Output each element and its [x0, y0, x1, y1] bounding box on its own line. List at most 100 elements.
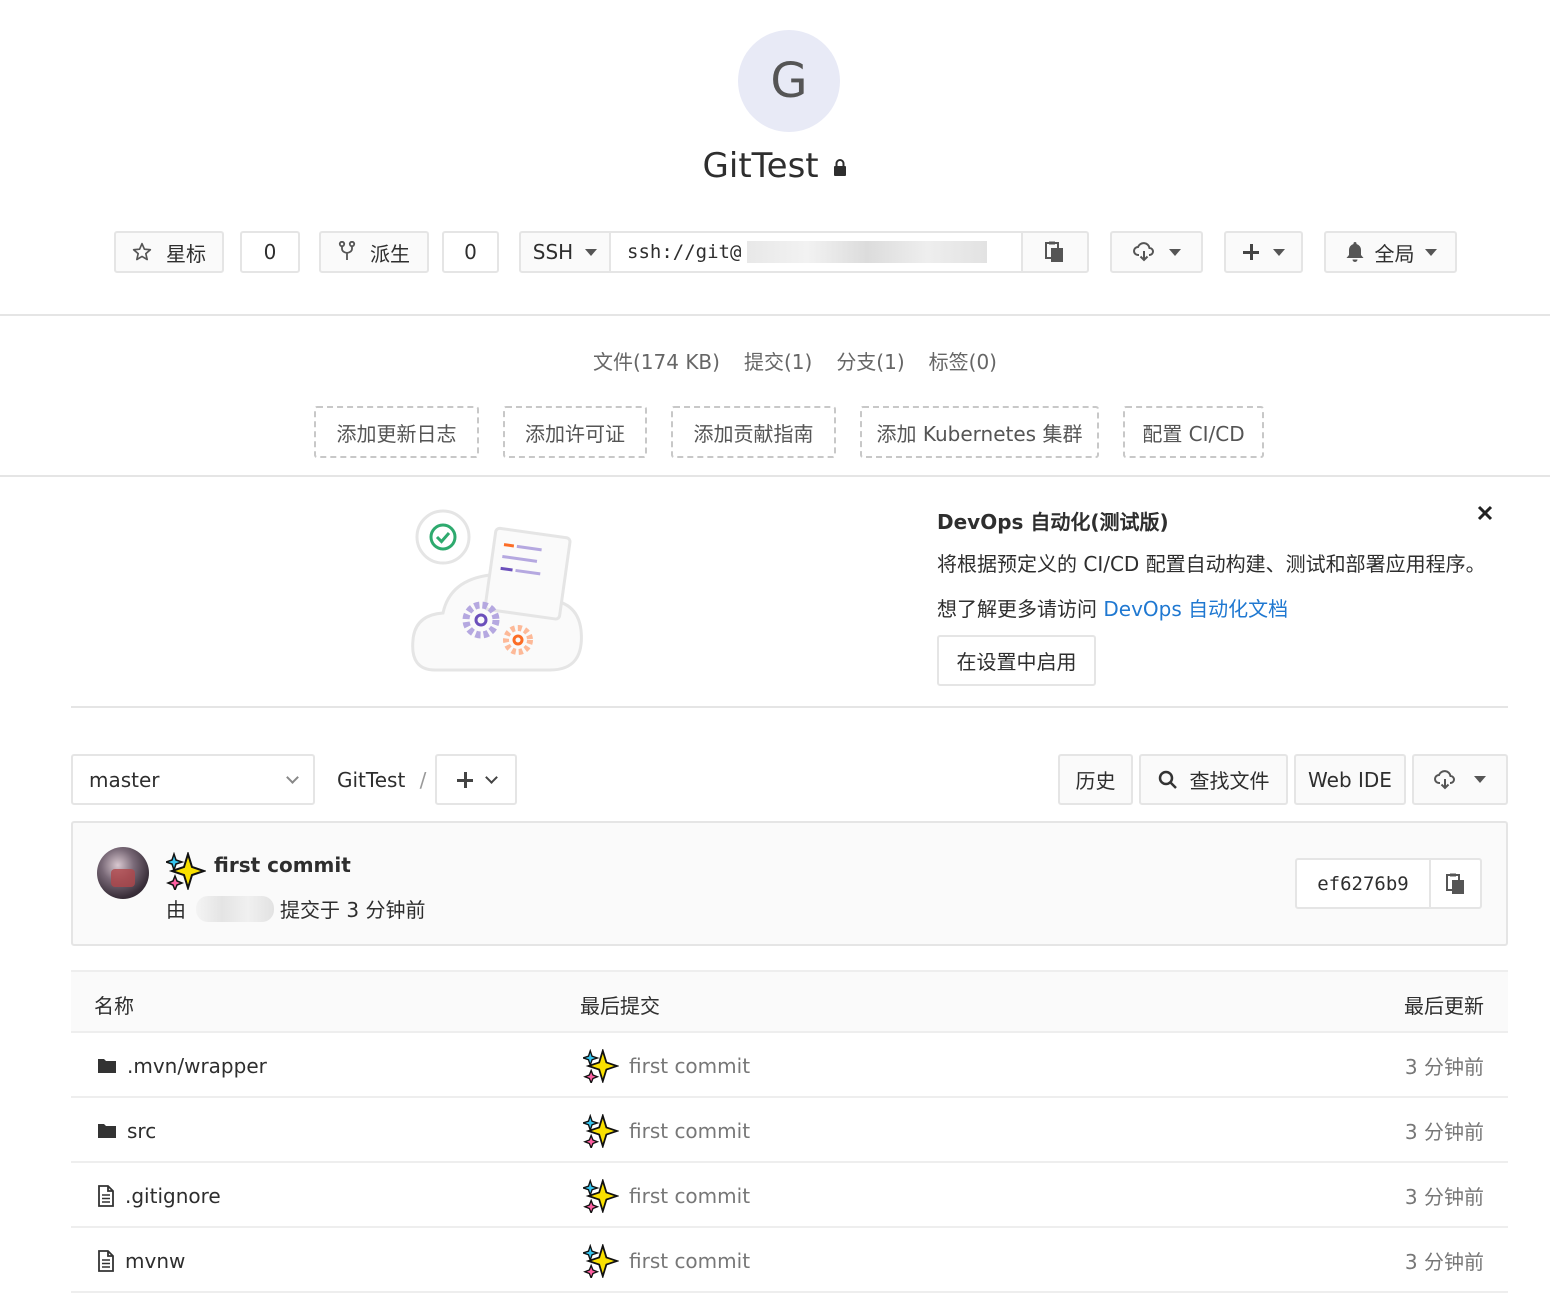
configure-cicd-button[interactable]: 配置 CI/CD — [1123, 406, 1264, 458]
lock-icon — [834, 158, 847, 176]
web-ide-button[interactable]: Web IDE — [1294, 754, 1406, 805]
branch-selector[interactable]: master — [71, 754, 315, 805]
plus-icon — [1242, 244, 1259, 260]
project-name: GitTest — [702, 146, 819, 186]
last-commit-panel — [71, 821, 1508, 946]
divider — [0, 475, 1550, 477]
table-row[interactable]: src first commit 3 分钟前 — [71, 1098, 1508, 1163]
clone-url-redacted — [747, 241, 988, 263]
caret-down-icon — [1424, 248, 1437, 256]
divider — [0, 314, 1550, 316]
project-avatar: G — [738, 30, 840, 132]
last-commit-meta: 由 提交于 3 分钟前 — [166, 894, 425, 923]
download-dropdown[interactable] — [1110, 231, 1203, 273]
find-file-button[interactable]: 查找文件 — [1139, 754, 1288, 805]
clone-url-text: ssh://git@ — [627, 241, 742, 263]
add-contributing-button[interactable]: 添加贡献指南 — [671, 406, 836, 458]
updated-time: 3 分钟前 — [1404, 1185, 1484, 1209]
notification-dropdown[interactable]: 全局 — [1324, 231, 1457, 273]
column-name: 名称 — [94, 994, 134, 1018]
clipboard-icon — [1445, 873, 1464, 894]
committed-time: 提交于 3 分钟前 — [280, 898, 426, 922]
add-kubernetes-button[interactable]: 添加 Kubernetes 集群 — [860, 406, 1099, 458]
star-count[interactable]: 0 — [240, 231, 300, 273]
add-to-tree-dropdown[interactable] — [435, 754, 517, 805]
commit-message[interactable]: first commit — [629, 1119, 750, 1143]
project-avatar-letter: G — [770, 53, 808, 109]
chevron-down-icon — [286, 770, 299, 784]
fork-label: 派生 — [370, 241, 410, 266]
commit-message[interactable]: first commit — [629, 1249, 750, 1273]
devops-more: 想了解更多请访问 DevOps 自动化文档 — [937, 593, 1288, 622]
table-row[interactable]: .mvn/wrapper first commit 3 分钟前 — [71, 1033, 1508, 1098]
sparkles-emoji-icon — [583, 1243, 619, 1278]
file-icon — [98, 1184, 114, 1207]
find-file-label: 查找文件 — [1189, 769, 1270, 793]
copy-sha-button[interactable] — [1429, 858, 1482, 909]
history-button[interactable]: 历史 — [1058, 754, 1133, 805]
updated-time: 3 分钟前 — [1404, 1120, 1484, 1144]
bell-icon — [1346, 242, 1363, 262]
star-count-value: 0 — [263, 240, 277, 264]
sparkles-emoji-icon — [166, 852, 206, 890]
star-icon — [132, 242, 152, 261]
commit-sha-button[interactable]: ef6276b9 — [1295, 858, 1431, 909]
clone-url-input[interactable]: ssh://git@ — [609, 231, 1023, 273]
breadcrumb-project[interactable]: GitTest — [337, 768, 405, 792]
sparkles-emoji-icon — [583, 1048, 619, 1083]
sparkles-emoji-icon — [583, 1178, 619, 1213]
stat-files[interactable]: 文件(174 KB) — [593, 346, 720, 375]
devops-more-prefix: 想了解更多请访问 — [937, 597, 1097, 621]
commit-sha: ef6276b9 — [1317, 872, 1409, 895]
table-row[interactable]: mvnw first commit 3 分钟前 — [71, 1228, 1508, 1293]
author-prefix: 由 — [166, 898, 186, 922]
copy-url-button[interactable] — [1021, 231, 1089, 273]
caret-down-icon — [1272, 248, 1285, 256]
plus-icon — [456, 771, 473, 788]
close-icon[interactable] — [1474, 502, 1496, 524]
breadcrumb-separator: / — [419, 768, 427, 792]
file-name[interactable]: .gitignore — [125, 1184, 221, 1208]
commit-message[interactable]: first commit — [629, 1054, 750, 1078]
caret-down-icon — [585, 248, 598, 256]
sparkles-emoji-icon — [583, 1113, 619, 1148]
last-commit-message[interactable]: first commit — [214, 853, 351, 877]
cloud-download-icon — [1132, 242, 1154, 262]
file-name[interactable]: .mvn/wrapper — [127, 1054, 267, 1078]
stat-tags[interactable]: 标签(0) — [929, 346, 997, 375]
new-item-dropdown[interactable] — [1224, 231, 1303, 273]
column-last-commit: 最后提交 — [580, 994, 660, 1018]
file-table-header: 名称 最后提交 最后更新 — [71, 970, 1508, 1033]
devops-description: 将根据预定义的 CI/CD 配置自动构建、测试和部署应用程序。 — [937, 552, 1486, 576]
author-name-redacted[interactable] — [196, 895, 274, 922]
star-button[interactable]: 星标 — [114, 231, 224, 273]
divider — [71, 706, 1508, 708]
cloud-download-icon — [1434, 769, 1455, 789]
enable-in-settings-button[interactable]: 在设置中启用 — [937, 635, 1096, 686]
project-title: GitTest — [0, 146, 1550, 186]
add-changelog-button[interactable]: 添加更新日志 — [314, 406, 479, 458]
file-name[interactable]: mvnw — [125, 1249, 185, 1273]
download-source-dropdown[interactable] — [1412, 754, 1508, 805]
column-last-update: 最后更新 — [1404, 994, 1484, 1018]
updated-time: 3 分钟前 — [1404, 1250, 1484, 1274]
stat-branches[interactable]: 分支(1) — [836, 346, 904, 375]
notification-label: 全局 — [1374, 241, 1415, 266]
stat-commits[interactable]: 提交(1) — [744, 346, 812, 375]
commit-message[interactable]: first commit — [629, 1184, 750, 1208]
file-name[interactable]: src — [127, 1119, 156, 1143]
fork-button[interactable]: 派生 — [319, 231, 429, 273]
author-avatar[interactable] — [97, 847, 149, 899]
caret-down-icon — [1474, 776, 1486, 783]
table-row[interactable]: .gitignore first commit 3 分钟前 — [71, 1163, 1508, 1228]
add-license-button[interactable]: 添加许可证 — [503, 406, 647, 458]
clone-protocol-dropdown[interactable]: SSH — [519, 231, 611, 273]
clone-protocol-label: SSH — [532, 240, 574, 264]
star-label: 星标 — [166, 241, 206, 266]
fork-count[interactable]: 0 — [442, 231, 499, 273]
folder-icon — [98, 1123, 116, 1138]
fork-count-value: 0 — [464, 240, 477, 264]
devops-docs-link[interactable]: DevOps 自动化文档 — [1103, 597, 1288, 621]
folder-icon — [98, 1058, 116, 1073]
devops-title: DevOps 自动化(测试版) — [937, 510, 1169, 534]
